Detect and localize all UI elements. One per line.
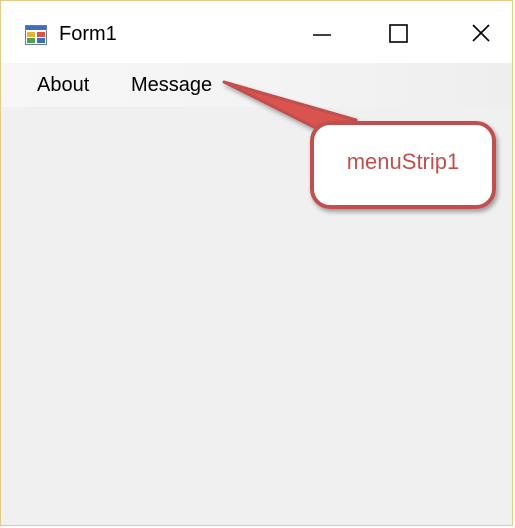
app-icon xyxy=(25,25,47,45)
minimize-icon[interactable] xyxy=(299,11,345,55)
title-bar[interactable]: Form1 xyxy=(1,1,512,63)
window-title: Form1 xyxy=(59,23,117,45)
menu-item-message[interactable]: Message xyxy=(131,74,212,97)
close-icon[interactable] xyxy=(457,11,503,55)
maximize-icon[interactable] xyxy=(375,11,421,55)
form-window: Form1 About Message xyxy=(0,0,513,526)
menu-strip: About Message xyxy=(1,63,512,107)
callout-label: menuStrip1 xyxy=(346,149,460,174)
menu-item-about[interactable]: About xyxy=(37,74,89,97)
